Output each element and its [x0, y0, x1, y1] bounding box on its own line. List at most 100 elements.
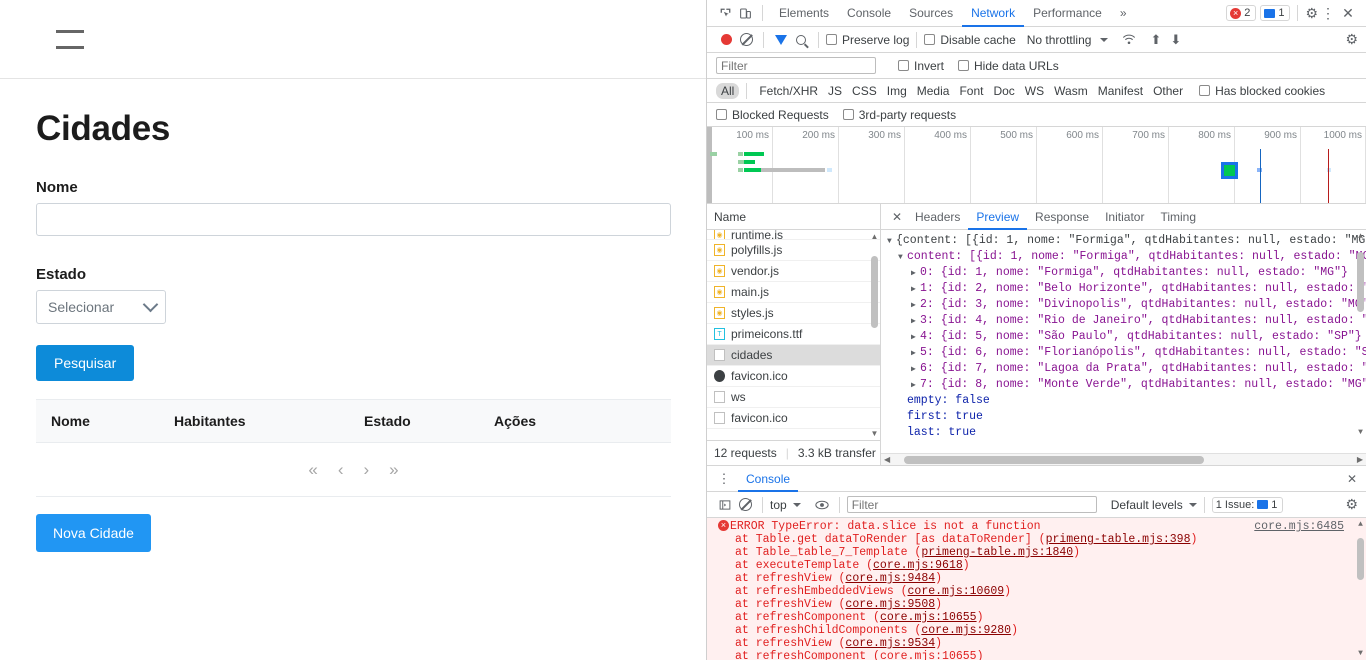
blocked-requests-checkbox[interactable] [716, 109, 727, 120]
list-item[interactable]: ◉ runtime.js [707, 230, 880, 240]
tab-elements[interactable]: Elements [770, 0, 838, 27]
expand-triangle-icon[interactable]: ▶ [911, 314, 920, 330]
chevron-down-icon[interactable] [1100, 37, 1109, 42]
network-overview-timeline[interactable]: 100 ms 200 ms 300 ms 400 ms 500 ms 600 m… [707, 127, 1366, 204]
chevron-down-icon[interactable] [792, 502, 801, 507]
scroll-up-arrow[interactable]: ▲ [870, 232, 879, 241]
tab-response[interactable]: Response [1027, 204, 1097, 230]
request-list-body[interactable]: ◉ runtime.js ◉ polyfills.js ◉ vendor.js … [707, 230, 880, 440]
scroll-down-arrow[interactable]: ▼ [1356, 649, 1365, 658]
tab-console[interactable]: Console [838, 0, 900, 27]
type-filter-js[interactable]: JS [823, 83, 847, 99]
tab-performance[interactable]: Performance [1024, 0, 1111, 27]
close-drawer-icon[interactable]: ✕ [1346, 469, 1366, 489]
nome-input[interactable] [36, 203, 671, 236]
filter-icon[interactable] [771, 30, 791, 50]
more-tabs-button[interactable]: » [1111, 0, 1136, 27]
inspect-element-icon[interactable] [715, 3, 735, 23]
search-button[interactable]: Pesquisar [36, 345, 135, 381]
list-item[interactable]: favicon.ico [707, 408, 880, 429]
search-icon[interactable] [791, 30, 811, 50]
request-list-header[interactable]: Name [707, 204, 880, 230]
has-blocked-cookies-checkbox[interactable] [1199, 85, 1211, 96]
preserve-log-checkbox[interactable] [826, 34, 837, 45]
tab-console-drawer[interactable]: Console [738, 466, 798, 492]
list-item[interactable]: ws [707, 387, 880, 408]
tab-initiator[interactable]: Initiator [1097, 204, 1152, 230]
error-count-badge[interactable]: × 2 [1226, 5, 1257, 21]
invert-checkbox[interactable] [898, 60, 909, 71]
list-item[interactable]: favicon.ico [707, 366, 880, 387]
type-filter-manifest[interactable]: Manifest [1093, 83, 1148, 99]
console-error-output[interactable]: × ▶ERROR TypeError: data.slice is not a … [707, 518, 1366, 660]
network-settings-gear-icon[interactable]: ⚙ [1345, 31, 1366, 48]
paginator-last-button[interactable]: » [389, 460, 398, 480]
scroll-up-arrow[interactable]: ▲ [1356, 232, 1365, 241]
preview-horizontal-scrollbar[interactable]: ◀ ▶ [881, 453, 1366, 465]
type-filter-fetch-xhr[interactable]: Fetch/XHR [754, 83, 823, 99]
json-line[interactable]: ▼ content: [{id: 1, nome: "Formiga", qtdH… [885, 249, 1366, 265]
expand-triangle-icon[interactable]: ▶ [911, 346, 920, 362]
record-button[interactable] [716, 30, 736, 50]
json-line[interactable]: ▶ 3: {id: 4, nome: "Rio de Janeiro", qtdH… [885, 313, 1366, 329]
stack-frame-link[interactable]: core.mjs:9484 [845, 572, 935, 585]
nova-cidade-button[interactable]: Nova Cidade [36, 514, 151, 552]
tab-network[interactable]: Network [962, 0, 1024, 27]
stack-frame-link[interactable]: primeng-table.mjs:398 [1046, 533, 1191, 546]
json-line[interactable]: ▶ 0: {id: 1, nome: "Formiga", qtdHabitant… [885, 265, 1366, 281]
import-har-icon[interactable]: ⬆ [1150, 32, 1161, 48]
type-filter-doc[interactable]: Doc [988, 83, 1019, 99]
execution-context-select[interactable]: top [770, 498, 787, 512]
list-item[interactable]: ◉ vendor.js [707, 261, 880, 282]
hide-data-urls-checkbox[interactable] [958, 60, 970, 71]
stack-frame-link[interactable]: core.mjs:9508 [845, 598, 935, 611]
collapse-triangle-icon[interactable]: ▼ [898, 250, 907, 266]
paginator-next-button[interactable]: › [364, 460, 370, 480]
error-source-link[interactable]: core.mjs:6485 [1254, 520, 1344, 533]
type-filter-font[interactable]: Font [954, 83, 988, 99]
stack-frame-link[interactable]: core.mjs:10655 [880, 611, 977, 624]
disable-cache-checkbox[interactable] [924, 34, 936, 45]
network-filter-input[interactable] [716, 57, 876, 74]
expand-triangle-icon[interactable]: ▶ [911, 298, 920, 314]
tab-preview[interactable]: Preview [968, 204, 1027, 230]
json-line[interactable]: ▶ 7: {id: 8, nome: "Monte Verde", qtdHabi… [885, 377, 1366, 393]
stack-frame-link[interactable]: core.mjs:10655 [880, 650, 977, 660]
scroll-down-arrow[interactable]: ▼ [1356, 428, 1365, 437]
scroll-up-arrow[interactable]: ▲ [1356, 520, 1365, 529]
paginator-first-button[interactable]: « [308, 460, 317, 480]
stack-frame-link[interactable]: primeng-table.mjs:1840 [921, 546, 1073, 559]
export-har-icon[interactable]: ⬇ [1170, 32, 1181, 48]
json-line[interactable]: ▶ 2: {id: 3, nome: "Divinopolis", qtdHabi… [885, 297, 1366, 313]
throttling-select[interactable]: No throttling [1027, 33, 1092, 47]
issues-badge[interactable]: 1 Issue: 1 [1211, 496, 1284, 513]
json-line[interactable]: ▶ 4: {id: 5, nome: "São Paulo", qtdHabita… [885, 329, 1366, 345]
collapse-triangle-icon[interactable]: ▼ [887, 234, 896, 250]
stack-frame-link[interactable]: core.mjs:9534 [845, 637, 935, 650]
expand-triangle-icon[interactable]: ▶ [911, 330, 920, 346]
preview-json-viewer[interactable]: ▼ {content: [{id: 1, nome: "Formiga", qtd… [881, 230, 1366, 453]
scroll-right-arrow[interactable]: ▶ [1357, 455, 1363, 464]
json-line[interactable]: ▼ {content: [{id: 1, nome: "Formiga", qtd… [885, 233, 1366, 249]
tab-timing[interactable]: Timing [1152, 204, 1204, 230]
clear-console-icon[interactable] [735, 495, 755, 515]
paginator-prev-button[interactable]: ‹ [338, 460, 344, 480]
console-filter-input[interactable] [846, 496, 1097, 513]
preview-scrollbar[interactable] [1357, 252, 1364, 312]
json-line[interactable]: ▶ 1: {id: 2, nome: "Belo Horizonte", qtdH… [885, 281, 1366, 297]
expand-triangle-icon[interactable]: ▶ [911, 266, 920, 282]
third-party-requests-checkbox[interactable] [842, 109, 854, 120]
tab-headers[interactable]: Headers [907, 204, 968, 230]
console-scrollbar[interactable] [1357, 538, 1364, 580]
console-sidebar-icon[interactable] [715, 495, 735, 515]
type-filter-ws[interactable]: WS [1020, 83, 1049, 99]
stack-frame-link[interactable]: core.mjs:10609 [908, 585, 1005, 598]
device-toolbar-icon[interactable] [735, 3, 755, 23]
expand-triangle-icon[interactable]: ▶ [911, 282, 920, 298]
stack-frame-link[interactable]: core.mjs:9618 [873, 559, 963, 572]
clear-button[interactable] [736, 30, 756, 50]
console-settings-gear-icon[interactable]: ⚙ [1345, 496, 1366, 513]
type-filter-css[interactable]: CSS [847, 83, 882, 99]
network-conditions-icon[interactable] [1119, 30, 1139, 50]
hamburger-icon[interactable] [56, 27, 84, 53]
